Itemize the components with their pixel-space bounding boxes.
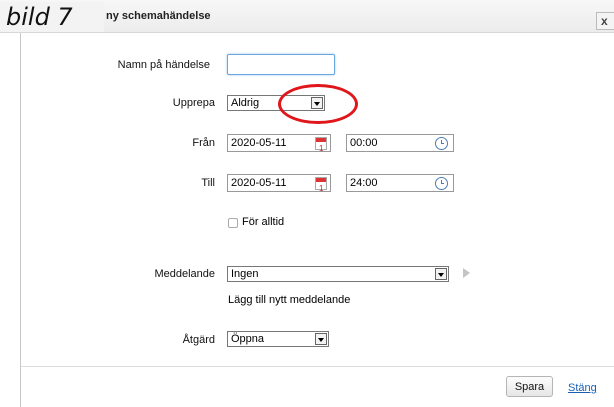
- from-time-value: 00:00: [350, 137, 378, 149]
- message-label: Meddelande: [154, 268, 215, 280]
- highlight-circle: [278, 84, 358, 124]
- action-select[interactable]: Öppna: [227, 331, 329, 347]
- dialog-title: ny schemahändelse: [106, 10, 211, 22]
- forever-checkbox[interactable]: [228, 218, 238, 228]
- event-name-input[interactable]: [227, 54, 335, 75]
- chevron-down-icon[interactable]: [435, 268, 447, 280]
- close-link[interactable]: Stäng: [568, 382, 597, 394]
- clock-icon[interactable]: [435, 177, 448, 190]
- name-label: Namn på händelse: [117, 59, 210, 71]
- repeat-select-value: Aldrig: [231, 97, 260, 109]
- action-select-value: Öppna: [231, 333, 265, 345]
- figure-caption: bild 7: [0, 2, 104, 32]
- add-message-link[interactable]: Lägg till nytt meddelande: [228, 294, 350, 306]
- action-label: Åtgärd: [182, 334, 215, 346]
- calendar-icon[interactable]: 1: [315, 177, 327, 193]
- message-select[interactable]: Ingen: [227, 266, 449, 282]
- forever-label: För alltid: [242, 216, 285, 228]
- close-icon[interactable]: x: [596, 12, 614, 30]
- chevron-down-icon[interactable]: [315, 333, 327, 345]
- to-label: Till: [201, 177, 215, 189]
- save-button[interactable]: Spara: [506, 376, 553, 397]
- play-icon[interactable]: [463, 268, 470, 278]
- calendar-icon-number: 1: [319, 184, 324, 193]
- calendar-icon-number: 1: [319, 144, 324, 153]
- to-date-value: 2020-05-11: [231, 177, 287, 189]
- from-date-value: 2020-05-11: [231, 137, 287, 149]
- to-date-field[interactable]: 2020-05-11 1: [227, 174, 331, 193]
- from-label: Från: [192, 137, 215, 149]
- to-time-value: 24:00: [350, 177, 378, 189]
- message-select-value: Ingen: [231, 268, 259, 280]
- to-time-field[interactable]: 24:00: [346, 174, 454, 192]
- dialog-left-border: [20, 33, 21, 407]
- from-date-field[interactable]: 2020-05-11 1: [227, 134, 331, 153]
- footer-divider: [21, 366, 614, 367]
- repeat-label: Upprepa: [172, 97, 215, 109]
- calendar-icon[interactable]: 1: [315, 137, 327, 153]
- clock-icon[interactable]: [435, 137, 448, 150]
- from-time-field[interactable]: 00:00: [346, 134, 454, 152]
